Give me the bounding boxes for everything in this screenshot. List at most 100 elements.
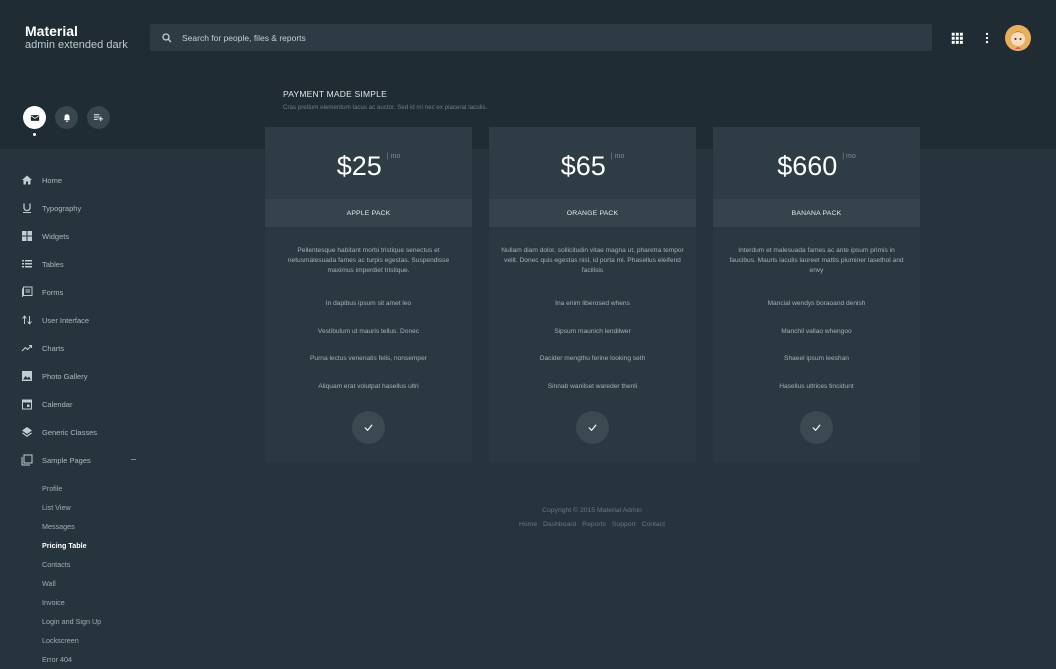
page-header: PAYMENT MADE SIMPLE Cras pretium element… (283, 89, 487, 111)
sidebar-item-label: Calendar (42, 399, 73, 409)
footer-link-home[interactable]: Home (519, 521, 537, 528)
footer-link-reports[interactable]: Reports (582, 521, 606, 528)
pack-feature: Purna lectus venenatis felis, nonsemper (310, 355, 427, 363)
submenu-item-list-view[interactable]: List View (0, 498, 150, 517)
price-period: | mo (610, 153, 625, 160)
submenu-item-profile[interactable]: Profile (0, 479, 150, 498)
sidebar-item-label: Typography (42, 203, 82, 213)
quick-actions (23, 106, 110, 136)
avatar-face-icon (1005, 25, 1031, 51)
price: $660 (777, 151, 838, 181)
forms-icon (22, 286, 33, 297)
more-vertical-icon[interactable] (980, 31, 994, 45)
playlist-add-icon (93, 114, 104, 122)
price: $65 (560, 151, 606, 181)
apps-grid-icon[interactable] (950, 31, 964, 45)
select-plan-button[interactable] (576, 411, 609, 444)
sidebar-item-sample-pages[interactable]: Sample Pages (0, 446, 150, 474)
pack-description: Interdum et malesuada fames ac ante ipsu… (729, 247, 904, 274)
format-underline-icon (23, 203, 31, 213)
pack-feature: Aliquam erat volutpat hasellus ultri (318, 382, 419, 390)
active-indicator (33, 133, 36, 136)
swap-icon (22, 315, 32, 325)
sidebar-item-label: Forms (42, 287, 64, 297)
pack-name: ORANGE PACK (489, 199, 696, 227)
footer-links: Home Dashboard Reports Support Contact (440, 521, 744, 528)
search-bar[interactable] (150, 24, 932, 51)
sidebar-item-charts[interactable]: Charts (0, 334, 150, 362)
submenu-item-error-404[interactable]: Error 404 (0, 650, 150, 669)
pages-icon (21, 454, 33, 466)
sidebar-item-label: Widgets (42, 231, 70, 241)
sidebar-item-user-interface[interactable]: User Interface (0, 306, 150, 334)
select-plan-button[interactable] (352, 411, 385, 444)
pack-feature: Sipsum maunich lendilwer (554, 327, 631, 335)
image-icon (22, 371, 32, 381)
pack-feature: In dapibus ipsum sit amet leo (325, 300, 412, 308)
sidebar-item-tables[interactable]: Tables (0, 250, 150, 278)
copyright: Copyright © 2015 Material Admin (542, 507, 642, 514)
sidebar-item-forms[interactable]: Forms (0, 278, 150, 306)
submenu-item-pricing-table[interactable]: Pricing Table (0, 536, 150, 555)
list-icon (22, 260, 32, 268)
pack-description: Nullam diam dolor, sollicitudin vitae ma… (501, 247, 684, 274)
submenu-item-wall[interactable]: Wall (0, 574, 150, 593)
price-area: $65 | mo (489, 127, 696, 199)
check-icon (364, 424, 373, 432)
submenu-item-login-signup[interactable]: Login and Sign Up (0, 612, 150, 631)
avatar[interactable] (1005, 25, 1031, 51)
page-title: PAYMENT MADE SIMPLE (283, 89, 387, 99)
sidebar-item-label: User Interface (42, 315, 90, 325)
search-input[interactable] (182, 32, 882, 43)
footer: Copyright © 2015 Material Admin Home Das… (440, 507, 744, 528)
brand[interactable]: Material admin extended dark (25, 24, 128, 52)
page-subtitle: Cras pretium elementum lacus ac auctor. … (283, 104, 488, 111)
footer-link-dashboard[interactable]: Dashboard (543, 521, 576, 528)
pack-feature: Mancial wendys boraoand denish (767, 300, 866, 308)
sidebar-item-home[interactable]: Home (0, 166, 150, 194)
pack-feature: Hasellus ultrices tincidunt (779, 382, 854, 390)
submenu-item-invoice[interactable]: Invoice (0, 593, 150, 612)
check-icon (588, 424, 597, 432)
pack-name: BANANA PACK (713, 199, 920, 227)
pack-description: Pellentesque habitant morbi tristique se… (287, 247, 450, 274)
layers-icon (22, 427, 32, 437)
pack-feature: Shaeel ipsum leeshan (784, 355, 849, 363)
sidebar-item-widgets[interactable]: Widgets (0, 222, 150, 250)
top-bar: Material admin extended dark (0, 0, 1056, 76)
mail-button[interactable] (23, 106, 46, 136)
pricing-card-banana: $660 | mo BANANA PACK Interdum et malesu… (713, 127, 920, 462)
footer-link-support[interactable]: Support (612, 521, 636, 528)
submenu-item-messages[interactable]: Messages (0, 517, 150, 536)
sidebar-item-typography[interactable]: Typography (0, 194, 150, 222)
sidebar-item-label: Photo Gallery (42, 371, 88, 381)
brand-title: Material (25, 23, 78, 39)
submenu-item-contacts[interactable]: Contacts (0, 555, 150, 574)
home-icon (22, 175, 32, 185)
sidebar-item-label: Charts (42, 343, 65, 353)
submenu-item-lockscreen[interactable]: Lockscreen (0, 631, 150, 650)
sidebar-item-generic-classes[interactable]: Generic Classes (0, 418, 150, 446)
sidebar-item-label: Sample Pages (42, 455, 91, 465)
sidebar-item-photo-gallery[interactable]: Photo Gallery (0, 362, 150, 390)
todo-button[interactable] (87, 106, 110, 129)
mail-icon (30, 114, 39, 121)
price-period: | mo (842, 153, 856, 160)
bell-icon (63, 113, 70, 122)
collapse-icon[interactable] (131, 459, 136, 460)
pack-feature: Vestibulum ut mauris tellus. Donec (317, 327, 420, 335)
footer-link-contact[interactable]: Contact (642, 521, 665, 528)
select-plan-button[interactable] (800, 411, 833, 444)
pack-feature: Ina enim liberosed whens (555, 300, 630, 308)
search-icon (162, 32, 172, 42)
pack-feature: Manchil vallao whengoo (781, 327, 852, 335)
notifications-button[interactable] (55, 106, 78, 129)
sample-pages-submenu: Profile List View Messages Pricing Table… (0, 474, 150, 669)
price-area: $660 | mo (713, 127, 920, 199)
price-period: | mo (386, 153, 401, 160)
sidebar-item-label: Generic Classes (42, 427, 98, 437)
pricing-card-orange: $65 | mo ORANGE PACK Nullam diam dolor, … (489, 127, 696, 462)
pack-name: APPLE PACK (265, 199, 472, 227)
check-icon (812, 424, 821, 432)
sidebar-item-calendar[interactable]: Calendar (0, 390, 150, 418)
